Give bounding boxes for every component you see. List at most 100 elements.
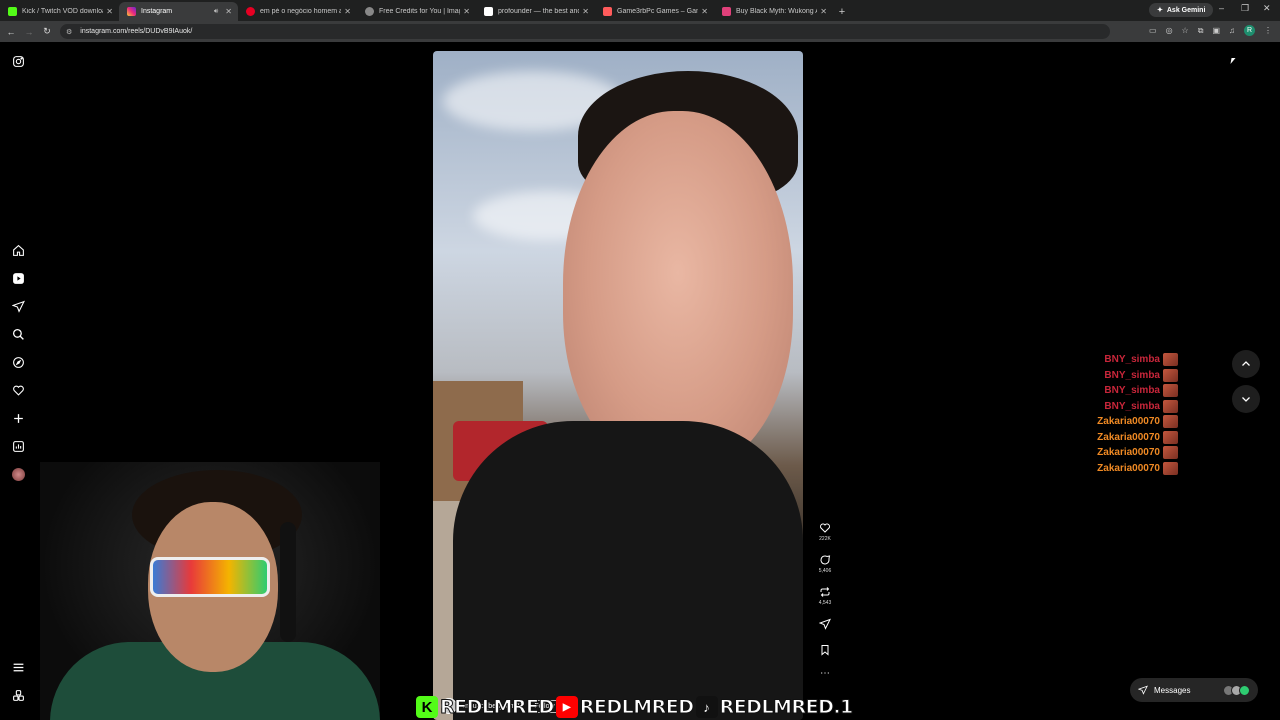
toolbar-icons: ▭ ◎ ☆ ⧉ ▣ ♫ R ⋮: [1149, 25, 1272, 36]
messages-button[interactable]: Messages: [1130, 678, 1258, 702]
direct-send-icon[interactable]: [10, 298, 26, 314]
person-jacket: [453, 421, 803, 720]
close-tab-icon[interactable]: ✕: [582, 7, 589, 16]
reload-icon[interactable]: ↻: [38, 26, 56, 37]
repost-action[interactable]: 4,543: [816, 586, 834, 606]
heart-icon: [820, 523, 830, 533]
chat-username: BNY_simba: [1104, 354, 1160, 365]
chat-message: Zakaria00070: [1097, 415, 1178, 428]
home-icon[interactable]: [10, 242, 26, 258]
kick-favicon-icon: [8, 7, 17, 16]
chat-message: BNY_simba: [1104, 384, 1178, 397]
forward-icon[interactable]: →: [20, 27, 38, 37]
close-tab-icon[interactable]: ✕: [463, 7, 470, 16]
new-tab-button[interactable]: +: [833, 2, 851, 21]
next-reel-button[interactable]: [1232, 385, 1260, 413]
chat-message: Zakaria00070: [1097, 430, 1178, 444]
dashboard-chart-icon[interactable]: [10, 438, 26, 454]
extensions-icon[interactable]: ⧉: [1198, 26, 1204, 36]
explore-compass-icon[interactable]: [10, 354, 26, 370]
kick-logo-icon: K: [416, 696, 438, 718]
browser-tab-active[interactable]: Instagram 🔊︎ ✕: [119, 2, 238, 21]
minimize-icon[interactable]: –: [1219, 3, 1224, 13]
messages-label: Messages: [1154, 685, 1191, 695]
more-options-icon[interactable]: ⋯: [816, 668, 834, 679]
chat-emote-icon: [1163, 446, 1178, 459]
share-action[interactable]: [816, 618, 834, 632]
comment-count: 5,406: [818, 568, 832, 574]
profile-avatar-icon[interactable]: [10, 466, 26, 482]
like-count: 222K: [819, 536, 831, 542]
site-info-icon[interactable]: ⚙: [66, 28, 72, 36]
more-menu-icon[interactable]: [10, 659, 26, 675]
url-text: instagram.com/reels/DUDvB9IAuok/: [80, 28, 193, 35]
repost-icon: [820, 587, 830, 597]
previous-reel-button[interactable]: [1232, 350, 1260, 378]
instagram-logo-icon[interactable]: [10, 53, 26, 69]
side-panel-icon[interactable]: ▣: [1212, 26, 1220, 35]
create-plus-icon[interactable]: [10, 410, 26, 426]
streamer-socials-banner: K REDLMRED ▶ REDLMRED ♪ REDLMRED.1: [416, 694, 866, 720]
chat-username: Zakaria00070: [1097, 416, 1160, 427]
close-tab-icon[interactable]: ✕: [106, 7, 113, 16]
avatar: [1239, 684, 1250, 696]
close-window-icon[interactable]: ✕: [1263, 3, 1271, 14]
chat-username: Zakaria00070: [1097, 462, 1160, 474]
send-icon: [1138, 685, 1148, 695]
toolbar: ← → ↻ ⚙ instagram.com/reels/DUDvB9IAuok/…: [0, 21, 1280, 42]
reels-icon[interactable]: [10, 270, 26, 286]
chat-message: Zakaria00070: [1097, 461, 1178, 475]
comment-action[interactable]: 5,406: [816, 554, 834, 574]
chat-message: BNY_simba: [1104, 353, 1178, 366]
streamer-webcam: [40, 462, 380, 720]
also-from-meta-icon[interactable]: [10, 687, 26, 703]
close-tab-icon[interactable]: ✕: [820, 7, 827, 16]
eye-off-icon[interactable]: ◎: [1166, 26, 1173, 35]
close-tab-icon[interactable]: ✕: [701, 7, 708, 16]
chat-emote-icon: [1163, 368, 1178, 382]
media-controls-icon[interactable]: ♫: [1229, 26, 1235, 35]
chat-emote-icon: [1163, 415, 1178, 428]
bookmark-star-icon[interactable]: ☆: [1182, 26, 1189, 35]
address-bar[interactable]: ⚙ instagram.com/reels/DUDvB9IAuok/: [60, 24, 1110, 39]
back-icon[interactable]: ←: [2, 27, 20, 37]
more-menu-icon[interactable]: ⋮: [1264, 26, 1272, 35]
cast-icon[interactable]: ▭: [1149, 26, 1157, 35]
profile-avatar[interactable]: R: [1244, 25, 1255, 36]
maximize-icon[interactable]: ❐: [1241, 3, 1249, 14]
speaker-icon[interactable]: 🔊︎: [214, 8, 218, 16]
chat-message: Zakaria00070: [1097, 446, 1178, 459]
close-tab-icon[interactable]: ✕: [344, 7, 351, 16]
chat-emote-icon: [1163, 461, 1178, 475]
chat-username: BNY_simba: [1104, 385, 1160, 396]
search-icon[interactable]: [10, 326, 26, 342]
chat-emote-icon: [1163, 384, 1178, 397]
ask-gemini-button[interactable]: ✦ Ask Gemini: [1149, 3, 1214, 17]
like-action[interactable]: 222K: [816, 522, 834, 542]
chat-emote-icon: [1163, 353, 1178, 366]
reel-video[interactable]: mouad_ben_mm37 Follow: [433, 51, 803, 720]
repost-count: 4,543: [818, 600, 832, 606]
browser-tab[interactable]: em pé o negócio homem apon✕: [238, 2, 357, 21]
chat-username: BNY_simba: [1104, 400, 1160, 412]
browser-tab[interactable]: Kick / Twitch VOD downloader✕: [0, 2, 119, 21]
comment-bubble-icon: [820, 555, 831, 565]
close-tab-icon[interactable]: ✕: [225, 7, 232, 16]
browser-tab[interactable]: profounder — the best and fre✕: [476, 2, 595, 21]
save-action[interactable]: [816, 644, 834, 658]
chat-message: BNY_simba: [1104, 399, 1178, 413]
bookmark-icon: [821, 645, 829, 656]
browser-tab[interactable]: Game3rbPc Games – Games Or✕: [595, 2, 714, 21]
game-favicon-icon: [603, 7, 612, 16]
streamer-sunglasses: [150, 557, 270, 597]
chat-message: BNY_simba: [1104, 368, 1178, 382]
tiktok-logo-icon: ♪: [695, 696, 718, 718]
youtube-logo-icon: ▶: [555, 696, 578, 718]
chat-emote-icon: [1163, 430, 1178, 444]
chat-username: BNY_simba: [1104, 369, 1160, 381]
chat-emote-icon: [1163, 399, 1178, 413]
message-avatars: [1223, 684, 1250, 696]
notifications-heart-icon[interactable]: [10, 382, 26, 398]
browser-tab[interactable]: Buy Black Myth: Wukong Accou✕: [714, 2, 833, 21]
browser-tab[interactable]: Free Credits for You | Image t✕: [357, 2, 476, 21]
